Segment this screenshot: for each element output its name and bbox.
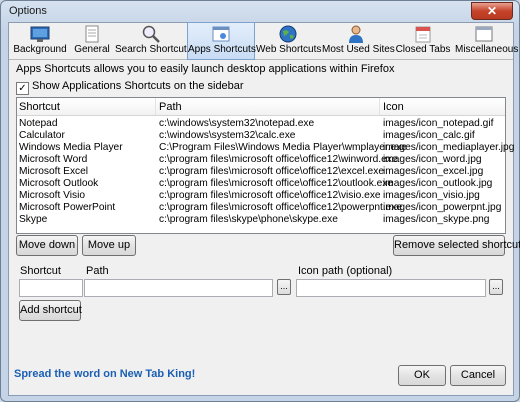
cell-shortcut: Notepad <box>19 118 58 129</box>
tab-web-shortcuts[interactable]: Web Shortcuts <box>256 23 322 59</box>
globe-icon <box>279 25 297 43</box>
show-sidebar-checkbox[interactable]: ✓ Show Applications Shortcuts on the side… <box>16 80 244 95</box>
calendar-icon <box>415 26 431 43</box>
cell-path: c:\windows\system32\calc.exe <box>159 130 296 141</box>
cell-icon: images/icon_calc.gif <box>383 130 475 141</box>
cell-shortcut: Microsoft Excel <box>19 166 89 177</box>
cell-shortcut: Skype <box>19 214 48 225</box>
cell-path: c:\program files\microsoft office\office… <box>159 190 381 201</box>
cell-path: c:\program files\microsoft office\office… <box>159 154 398 165</box>
monitor-icon <box>30 26 50 42</box>
tab-miscellaneous[interactable]: Miscellaneous <box>455 23 519 59</box>
tab-closed-tabs[interactable]: Closed Tabs <box>393 23 453 59</box>
document-icon <box>85 25 99 43</box>
column-header-shortcut[interactable]: Shortcut <box>19 101 60 113</box>
tab-background[interactable]: Background <box>11 23 69 59</box>
list-item[interactable]: Notepad c:\windows\system32\notepad.exe … <box>17 118 505 129</box>
apps-icon <box>212 26 230 42</box>
cell-path: c:\program files\microsoft office\office… <box>159 166 384 177</box>
cell-icon: images/icon_visio.jpg <box>383 190 480 201</box>
browse-path-button[interactable]: ... <box>277 279 291 295</box>
tab-label: Closed Tabs <box>395 44 451 55</box>
tab-apps-shortcuts[interactable]: Apps Shortcuts <box>187 22 256 60</box>
apps-panel: Apps Shortcuts allows you to easily laun… <box>9 60 520 395</box>
cell-path: c:\program files\microsoft office\office… <box>159 202 403 213</box>
cell-path: C:\Program Files\Windows Media Player\wm… <box>159 142 407 153</box>
cell-path: c:\program files\microsoft office\office… <box>159 178 394 189</box>
column-divider[interactable] <box>155 98 156 115</box>
column-header-icon[interactable]: Icon <box>383 101 404 113</box>
show-sidebar-label: Show Applications Shortcuts on the sideb… <box>32 80 244 92</box>
cell-shortcut: Microsoft PowerPoint <box>19 202 116 213</box>
panel-description: Apps Shortcuts allows you to easily laun… <box>16 63 395 75</box>
icon-path-input[interactable] <box>296 279 486 297</box>
cell-path: c:\program files\skype\phone\skype.exe <box>159 214 338 225</box>
close-button[interactable]: ✕ <box>471 2 513 20</box>
add-shortcut-button[interactable]: Add shortcut <box>19 300 82 321</box>
ok-button[interactable]: OK <box>398 365 446 386</box>
magnifier-icon <box>142 25 160 43</box>
list-item[interactable]: Microsoft Visio c:\program files\microso… <box>17 190 505 201</box>
checkbox-box[interactable]: ✓ <box>16 82 29 95</box>
cell-shortcut: Calculator <box>19 130 65 141</box>
icon-path-field-label: Icon path (optional) <box>298 265 393 277</box>
cell-icon: images/icon_powerpnt.jpg <box>383 202 502 213</box>
path-field-label: Path <box>86 265 109 277</box>
tab-general[interactable]: General <box>71 23 113 59</box>
cell-path: c:\windows\system32\notepad.exe <box>159 118 315 129</box>
tab-most-used-sites[interactable]: Most Used Sites <box>322 23 395 59</box>
tab-label: Most Used Sites <box>322 44 395 55</box>
move-up-button[interactable]: Move up <box>82 235 136 256</box>
list-item[interactable]: Microsoft Excel c:\program files\microso… <box>17 166 505 177</box>
window-title: Options <box>9 5 47 17</box>
shortcut-field-label: Shortcut <box>20 265 61 277</box>
cell-shortcut: Microsoft Outlook <box>19 178 99 189</box>
cell-icon: images/icon_outlook.jpg <box>383 178 493 189</box>
window-icon <box>475 26 493 42</box>
tab-label: Miscellaneous <box>455 44 519 55</box>
path-input[interactable] <box>84 279 273 297</box>
cell-icon: images/icon_notepad.gif <box>383 118 494 129</box>
options-window: Options ✕ Background General Search Shor… <box>0 0 520 402</box>
list-item[interactable]: Microsoft PowerPoint c:\program files\mi… <box>17 202 505 213</box>
cell-shortcut: Windows Media Player <box>19 142 123 153</box>
column-divider[interactable] <box>379 98 380 115</box>
cell-shortcut: Microsoft Word <box>19 154 88 165</box>
title-bar[interactable]: Options ✕ <box>1 1 519 21</box>
shortcut-input[interactable] <box>19 279 83 297</box>
list-item[interactable]: Microsoft Word c:\program files\microsof… <box>17 154 505 165</box>
tab-label: Apps Shortcuts <box>188 44 256 55</box>
tab-label: Background <box>13 44 67 55</box>
tab-label: Search Shortcuts <box>115 44 192 55</box>
cell-shortcut: Microsoft Visio <box>19 190 86 201</box>
cell-icon: images/icon_word.jpg <box>383 154 482 165</box>
remove-shortcuts-button[interactable]: Remove selected shortcuts <box>393 235 520 256</box>
cancel-button[interactable]: Cancel <box>450 365 506 386</box>
cell-icon: images/icon_skype.png <box>383 214 490 225</box>
list-item[interactable]: Skype c:\program files\skype\phone\skype… <box>17 214 505 225</box>
browse-icon-button[interactable]: ... <box>489 279 503 295</box>
list-item[interactable]: Calculator c:\windows\system32\calc.exe … <box>17 130 505 141</box>
spread-the-word-link[interactable]: Spread the word on New Tab King! <box>14 368 195 380</box>
tab-toolbar: Background General Search Shortcuts Apps… <box>9 22 519 60</box>
move-down-button[interactable]: Move down <box>16 235 78 256</box>
tab-search-shortcuts[interactable]: Search Shortcuts <box>115 23 192 59</box>
cell-icon: images/icon_excel.jpg <box>383 166 484 177</box>
tab-label: Web Shortcuts <box>256 44 322 55</box>
list-item[interactable]: Windows Media Player C:\Program Files\Wi… <box>17 142 514 153</box>
list-header: Shortcut Path Icon <box>17 98 505 116</box>
list-item[interactable]: Microsoft Outlook c:\program files\micro… <box>17 178 505 189</box>
client-area: Background General Search Shortcuts Apps… <box>8 22 520 396</box>
tab-label: General <box>74 44 110 55</box>
person-icon <box>349 25 363 43</box>
cell-icon: images/icon_mediaplayer.jpg <box>383 142 515 153</box>
shortcuts-list[interactable]: Shortcut Path Icon Notepad c:\windows\sy… <box>16 97 514 234</box>
column-header-path[interactable]: Path <box>159 101 182 113</box>
